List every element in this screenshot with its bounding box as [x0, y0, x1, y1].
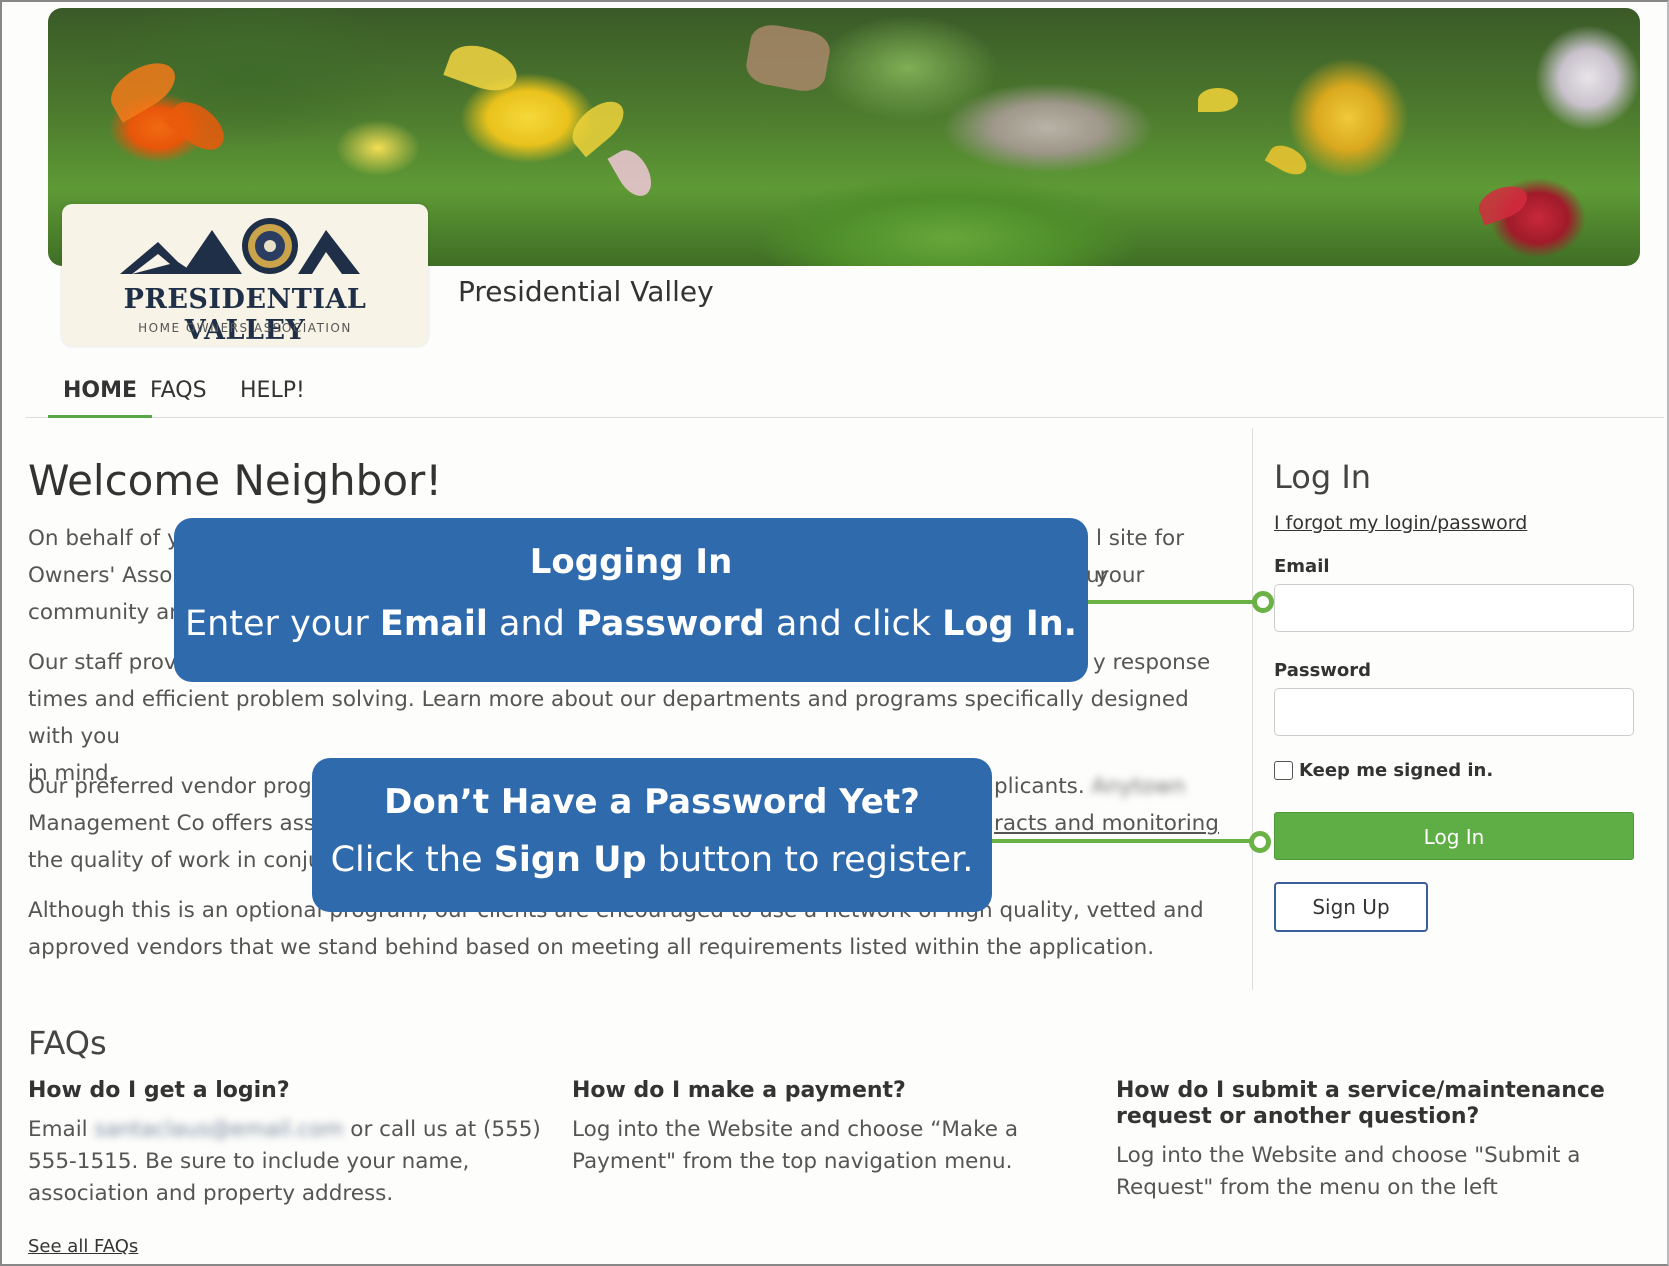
signup-button[interactable]: Sign Up	[1274, 882, 1428, 932]
faq-answer-service: Log into the Website and choose "Submit …	[1116, 1140, 1656, 1204]
text-fragment: Sign Up	[493, 840, 647, 880]
callout-connector-login	[1086, 600, 1262, 604]
text-fragment: ur	[1086, 563, 1109, 588]
login-button[interactable]: Log In	[1274, 812, 1634, 860]
tab-help[interactable]: HELP!	[240, 378, 305, 415]
callout-no-password: Don’t Have a Password Yet? Click the Sig…	[312, 758, 992, 912]
welcome-heading: Welcome Neighbor!	[28, 456, 443, 505]
logo-wordmark: PRESIDENTIAL VALLEY	[123, 284, 367, 346]
redacted-email: santaclaus@email.com	[94, 1117, 344, 1142]
login-heading: Log In	[1274, 458, 1372, 496]
text-fragment: approved vendors that we stand behind ba…	[28, 935, 1155, 960]
faq-answer-login: Email santaclaus@email.com or call us at…	[28, 1114, 548, 1210]
see-all-faqs-link[interactable]: See all FAQs	[28, 1236, 138, 1257]
faq-answer-payment: Log into the Website and choose “Make a …	[572, 1114, 1092, 1178]
text-fragment: Log into the Website and choose "Submit …	[1116, 1143, 1581, 1168]
text-fragment: or call us at (555)	[350, 1117, 541, 1142]
text-fragment: Although this is an optional	[28, 898, 330, 923]
callout-body: Enter your Email and Password and click …	[174, 604, 1088, 644]
text-fragment: and	[487, 604, 577, 644]
faq-question-login: How do I get a login?	[28, 1078, 290, 1103]
keep-signed-in[interactable]: Keep me signed in.	[1274, 760, 1493, 781]
text-fragment: plicants.	[994, 774, 1085, 799]
panel-divider	[1252, 428, 1253, 990]
logo-subtitle: HOME OWNERS ASSOCIATION	[138, 321, 352, 335]
text-fragment: the quality of work in conju	[28, 848, 322, 873]
text-fragment: Our staff provi	[28, 650, 183, 675]
text-fragment: Email	[28, 1117, 88, 1142]
callout-title: Logging In	[529, 542, 733, 582]
text-fragment: y response	[1093, 650, 1211, 675]
callout-connector-signup	[990, 839, 1258, 843]
text-fragment: Log In.	[942, 604, 1077, 644]
main-nav: HOME FAQS HELP!	[26, 370, 1664, 418]
callout-body: Click the Sign Up button to register.	[312, 840, 992, 880]
callout-dot-signup	[1249, 831, 1271, 853]
faqs-heading: FAQs	[28, 1024, 107, 1062]
text-fragment: association and property address.	[28, 1181, 394, 1206]
text-fragment: racts and monitoring	[994, 811, 1219, 836]
callout-dot-login	[1252, 591, 1274, 613]
faq-question-payment: How do I make a payment?	[572, 1078, 906, 1103]
site-title: Presidential Valley	[458, 275, 714, 308]
callout-title: Don’t Have a Password Yet?	[384, 782, 920, 822]
text-fragment: How do I submit a service/maintenance	[1116, 1078, 1605, 1103]
text-fragment: Our preferred vendor progra	[28, 774, 334, 799]
tab-faqs[interactable]: FAQS	[150, 378, 207, 415]
text-fragment: Payment" from the top navigation menu.	[572, 1149, 1013, 1174]
text-fragment: Click the	[330, 840, 494, 880]
tab-home[interactable]: HOME	[48, 378, 152, 418]
email-field[interactable]	[1274, 584, 1634, 632]
text-fragment: Owners' Asso	[28, 563, 173, 588]
callout-logging-in: Logging In Enter your Email and Password…	[174, 518, 1088, 682]
text-fragment: Enter your	[185, 604, 380, 644]
text-fragment: On behalf of y	[28, 526, 180, 551]
mountain-seal-icon	[120, 218, 360, 274]
password-label: Password	[1274, 660, 1372, 681]
text-fragment: community an	[28, 600, 183, 625]
email-label: Email	[1274, 556, 1330, 577]
text-fragment: Password	[576, 604, 765, 644]
hoa-logo[interactable]: PRESIDENTIAL VALLEY HOME OWNERS ASSOCIAT…	[62, 204, 428, 346]
password-field[interactable]	[1274, 688, 1634, 736]
faq-question-service: How do I submit a service/maintenance re…	[1116, 1078, 1605, 1130]
text-fragment: request or another question?	[1116, 1104, 1480, 1129]
text-fragment: button to register.	[646, 840, 974, 880]
text-fragment: 555-1515. Be sure to include your name,	[28, 1149, 470, 1174]
text-fragment: times and efficient problem solving. Lea…	[28, 687, 1189, 749]
forgot-password-link[interactable]: I forgot my login/password	[1274, 512, 1527, 534]
redacted-text: Anytown	[1091, 774, 1186, 799]
text-fragment: Email	[379, 604, 488, 644]
text-fragment: Management Co offers assis	[28, 811, 333, 836]
keep-signed-in-label: Keep me signed in.	[1299, 760, 1494, 781]
keep-signed-in-checkbox[interactable]	[1274, 761, 1293, 780]
text-fragment: Request" from the menu on the left	[1116, 1175, 1498, 1200]
text-fragment: and click	[764, 604, 943, 644]
text-fragment: Log into the Website and choose “Make a	[572, 1117, 1018, 1142]
